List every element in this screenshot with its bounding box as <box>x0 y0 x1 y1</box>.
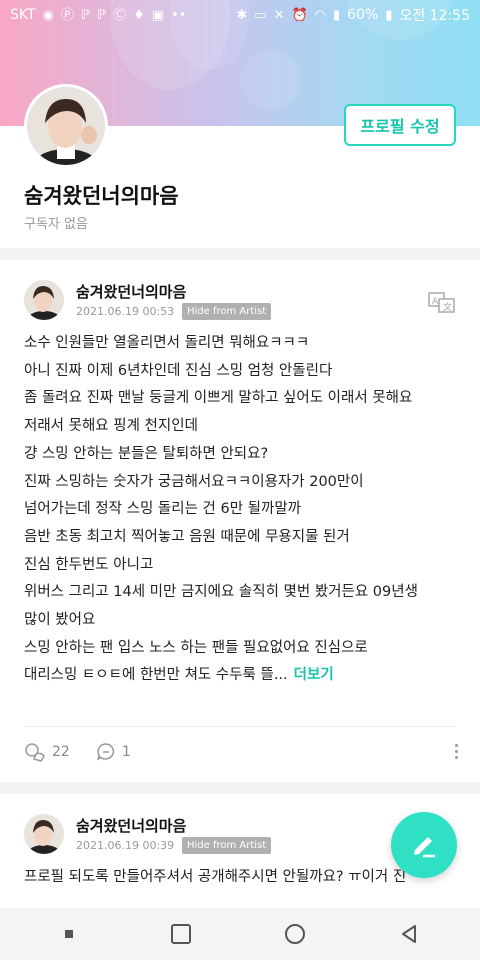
talk-icon: Ⓒ <box>113 7 127 23</box>
hide-from-artist-badge: Hide from Artist <box>182 837 272 854</box>
post-body[interactable]: 프로필 되도록 만들어주셔서 공개해주시면 안될까요? ㅠ이거 진 <box>24 864 464 892</box>
bluetooth-icon: ✱ <box>236 7 248 23</box>
svg-text:A: A <box>432 297 439 307</box>
post-date: 2021.06.19 00:39 <box>76 839 175 852</box>
signal-icon: ▮ <box>333 7 341 23</box>
hide-from-artist-badge: Hide from Artist <box>182 303 272 320</box>
like-count: 22 <box>52 744 70 760</box>
profile-name: 숨겨왔던너의마음 <box>24 184 179 208</box>
post-author[interactable]: 숨겨왔던너의마음 <box>76 281 186 302</box>
carrier-label: SKT <box>10 7 36 23</box>
post-line: 스밍 안하는 팬 입스 노스 하는 팬들 필요없어요 진심으로 <box>24 639 368 656</box>
post-line-last: 대리스밍 ㅌㅇㅌ에 한번만 쳐도 수두룩 뜰... 더보기 <box>24 662 464 690</box>
more-options-icon[interactable] <box>455 744 458 759</box>
overview-icon[interactable] <box>169 922 193 946</box>
write-post-button[interactable] <box>391 812 457 878</box>
back-icon[interactable] <box>397 922 421 946</box>
profile-avatar[interactable] <box>24 84 108 168</box>
post-line: 진짜 스밍하는 숫자가 궁금해서요ㅋㅋ이용자가 200만이 <box>24 473 364 490</box>
twitter-icon: ♦ <box>133 7 145 23</box>
post-line: 넘어가는데 정작 스밍 돌리는 건 6만 될까말까 <box>24 501 301 518</box>
battery-label: 60% <box>347 7 379 23</box>
post-divider <box>24 726 456 727</box>
balloon-decoration <box>240 50 300 110</box>
pencil-icon <box>414 837 435 858</box>
post-line: 저래서 못해요 핑계 천지인데 <box>24 418 198 435</box>
like-button[interactable]: 22 <box>24 742 70 762</box>
post-line: 좀 돌려요 진짜 맨날 둥글게 이쁘게 말하고 싶어도 이래서 못해요 <box>24 390 413 407</box>
post-body[interactable]: 소수 인원들만 열올리면서 돌리면 뭐해요ㅋㅋㅋ 아니 진짜 이제 6년차인데 … <box>24 330 464 690</box>
alarm-icon: ⏰ <box>291 7 308 23</box>
profile-photo <box>27 87 105 165</box>
post-date: 2021.06.19 00:53 <box>76 305 175 318</box>
read-more-link[interactable]: 더보기 <box>294 667 334 683</box>
post-line: 아니 진짜 이제 6년차인데 진심 스밍 엄청 안돌린다 <box>24 362 333 379</box>
author-photo <box>24 280 64 320</box>
p-app-icon: ℙ <box>97 7 107 23</box>
edit-profile-button[interactable]: 프로필 수정 <box>344 104 456 146</box>
comment-icon <box>97 743 114 761</box>
camera-app-icon: ◉ <box>42 7 54 23</box>
post-line: 프로필 되도록 만들어주셔서 공개해주시면 안될까요? ㅠ이거 진 <box>24 869 407 885</box>
post-line: 진심 한두번도 아니고 <box>24 556 154 573</box>
gallery-icon: ▣ <box>151 7 165 23</box>
nfc-icon: ▭ <box>254 7 267 23</box>
post-line: 소수 인원들만 열올리면서 돌리면 뭐해요ㅋㅋㅋ <box>24 335 310 351</box>
home-icon[interactable] <box>283 922 307 946</box>
subscriber-count: 구독자 없음 <box>24 217 88 232</box>
post-line: 위버스 그리고 14세 미만 금지에요 솔직히 몇번 봤거든요 09년생 <box>24 584 418 601</box>
post-line: 걍 스밍 안하는 분들은 탈퇴하면 안되요? <box>24 445 269 462</box>
clock-label: 오전 12:55 <box>399 8 470 24</box>
pinterest-icon: Ⓟ <box>60 7 74 23</box>
wifi-icon: ◠ <box>314 7 326 23</box>
recents-dot-icon[interactable] <box>59 924 79 944</box>
more-notifications-icon: •• <box>171 7 187 23</box>
system-navigation-bar <box>0 908 480 960</box>
author-avatar[interactable] <box>24 814 64 854</box>
svg-text:文: 文 <box>443 301 452 313</box>
p-app-icon: ℙ <box>80 7 91 23</box>
like-icon <box>25 743 45 762</box>
translate-icon[interactable]: A 文 <box>428 292 456 318</box>
post-author[interactable]: 숨겨왔던너의마음 <box>76 815 186 836</box>
post-line: 대리스밍 ㅌㅇㅌ에 한번만 쳐도 수두룩 뜰... <box>24 667 288 684</box>
author-photo <box>24 814 64 854</box>
comment-count: 1 <box>121 744 131 760</box>
mute-icon: ✕ <box>273 7 285 23</box>
battery-icon: ▮ <box>385 7 393 23</box>
post-line: 많이 봤어요 <box>24 612 96 629</box>
post-line: 음반 초동 최고치 찍어놓고 음원 때문에 무용지물 된거 <box>24 528 350 545</box>
post-actions: 22 1 <box>24 742 157 762</box>
comment-button[interactable]: 1 <box>96 742 131 762</box>
author-avatar[interactable] <box>24 280 64 320</box>
post-card[interactable]: 숨겨왔던너의마음 2021.06.19 00:53 Hide from Arti… <box>0 260 480 782</box>
status-bar: SKT ◉ Ⓟ ℙ ℙ Ⓒ ♦ ▣ •• ✱ ▭ ✕ ⏰ ◠ ▮ 60% ▮ 오… <box>0 0 480 30</box>
